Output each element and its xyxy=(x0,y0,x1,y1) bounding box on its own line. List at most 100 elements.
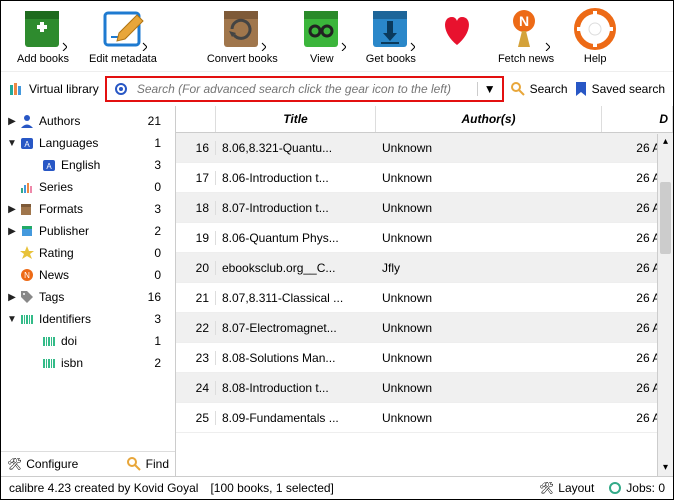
cell-title: 8.06-Introduction t... xyxy=(216,171,376,185)
table-row[interactable]: 248.08-Introduction t...Unknown26 Au xyxy=(176,373,673,403)
saved-search-button[interactable]: Saved search xyxy=(574,81,665,97)
jobs-button[interactable]: Jobs: 0 xyxy=(608,481,665,495)
expand-arrow[interactable]: ▶ xyxy=(5,226,19,237)
find-button[interactable]: Find xyxy=(126,456,169,472)
cell-title: 8.08-Solutions Man... xyxy=(216,351,376,365)
heart-icon xyxy=(436,7,478,51)
tree-label: Formats xyxy=(39,202,83,216)
tree-item-news[interactable]: N News 0 xyxy=(1,264,175,286)
layout-button[interactable]: 🛠 Layout xyxy=(539,481,594,495)
table-row[interactable]: 178.06-Introduction t...Unknown26 Au xyxy=(176,163,673,193)
rating-icon xyxy=(19,245,35,261)
search-input[interactable] xyxy=(135,80,477,98)
add-books-label: Add books xyxy=(17,53,69,65)
fetch-news-icon: N xyxy=(502,7,550,51)
tree-item-identifiers[interactable]: ▼Identifiers3 xyxy=(1,308,175,330)
expand-arrow[interactable]: ▶ xyxy=(5,204,19,215)
books-icon xyxy=(9,81,25,97)
expand-arrow[interactable]: ▼ xyxy=(5,314,19,325)
table-row[interactable]: 258.09-Fundamentals ...Unknown26 Au xyxy=(176,403,673,433)
scroll-thumb[interactable] xyxy=(660,182,671,254)
search-button[interactable]: Search xyxy=(510,81,568,97)
col-date[interactable]: D xyxy=(602,106,673,132)
tree-item-isbn[interactable]: isbn2 xyxy=(1,352,175,374)
search-icon xyxy=(510,81,526,97)
row-number: 17 xyxy=(176,171,216,185)
vertical-scrollbar[interactable]: ▴ ▾ xyxy=(657,134,673,476)
row-number: 23 xyxy=(176,351,216,365)
tree-item-rating[interactable]: Rating0 xyxy=(1,242,175,264)
tree-label: News xyxy=(39,268,69,282)
heart-button[interactable] xyxy=(426,5,488,67)
help-icon xyxy=(574,7,616,51)
edit-metadata-button[interactable]: Edit metadata xyxy=(79,5,167,67)
category-tree[interactable]: ▶Authors21▼ALanguages1AEnglish3Series0 ▶ F… xyxy=(1,106,175,451)
tree-count: 2 xyxy=(154,356,161,370)
view-label: View xyxy=(310,53,334,65)
expand-arrow[interactable]: ▼ xyxy=(5,138,19,149)
get-books-label: Get books xyxy=(366,53,416,65)
tree-item-publisher[interactable]: ▶Publisher2 xyxy=(1,220,175,242)
tree-count: 0 xyxy=(154,246,161,260)
help-button[interactable]: Help xyxy=(564,5,626,67)
tree-label: doi xyxy=(61,334,77,348)
tree-item-tags[interactable]: ▶Tags16 xyxy=(1,286,175,308)
convert-books-icon xyxy=(218,7,266,51)
lang-icon: A xyxy=(41,157,57,173)
add-books-button[interactable]: Add books xyxy=(7,5,79,67)
table-row[interactable]: 20ebooksclub.org__C...Jfly26 Au xyxy=(176,253,673,283)
scroll-up-icon[interactable]: ▴ xyxy=(658,134,673,150)
col-title[interactable]: Title xyxy=(216,106,376,132)
search-icon xyxy=(126,456,142,472)
table-row[interactable]: 198.06-Quantum Phys...Unknown26 Au xyxy=(176,223,673,253)
gear-icon[interactable] xyxy=(107,81,135,97)
help-label: Help xyxy=(584,53,607,65)
cell-title: 8.07-Electromagnet... xyxy=(216,321,376,335)
cell-author: Unknown xyxy=(376,381,602,395)
table-row[interactable]: 238.08-Solutions Man...Unknown26 Au xyxy=(176,343,673,373)
cell-title: 8.09-Fundamentals ... xyxy=(216,411,376,425)
view-button[interactable]: View xyxy=(288,5,356,67)
search-dropdown[interactable]: ▼ xyxy=(477,82,502,96)
tree-item-series[interactable]: Series0 xyxy=(1,176,175,198)
table-row[interactable]: 168.06,8.321-Quantu...Unknown26 Au xyxy=(176,133,673,163)
tree-item-formats[interactable]: ▶Formats3 xyxy=(1,198,175,220)
cell-title: 8.08-Introduction t... xyxy=(216,381,376,395)
cell-author: Unknown xyxy=(376,321,602,335)
convert-books-button[interactable]: Convert books xyxy=(197,5,288,67)
svg-text:N: N xyxy=(519,13,529,29)
tree-count: 3 xyxy=(154,312,161,326)
tree-label: Publisher xyxy=(39,224,89,238)
row-number: 25 xyxy=(176,411,216,425)
cell-title: 8.07,8.311-Classical ... xyxy=(216,291,376,305)
book-table: Title Author(s) D 168.06,8.321-Quantu...… xyxy=(176,106,673,476)
cell-title: 8.06-Quantum Phys... xyxy=(216,231,376,245)
expand-arrow[interactable]: ▶ xyxy=(5,116,19,127)
scroll-down-icon[interactable]: ▾ xyxy=(658,460,673,476)
author-icon xyxy=(19,113,35,129)
fetch-news-button[interactable]: N Fetch news xyxy=(488,5,564,67)
tree-item-english[interactable]: AEnglish3 xyxy=(1,154,175,176)
news-icon: N xyxy=(19,267,35,283)
tree-count: 0 xyxy=(154,268,161,282)
row-number: 16 xyxy=(176,141,216,155)
tree-item-languages[interactable]: ▼ALanguages1 xyxy=(1,132,175,154)
get-books-button[interactable]: Get books xyxy=(356,5,426,67)
svg-text:A: A xyxy=(46,162,52,171)
virtual-library-button[interactable]: Virtual library xyxy=(9,81,99,97)
configure-button[interactable]: 🛠 Configure xyxy=(7,456,78,472)
col-author[interactable]: Author(s) xyxy=(376,106,602,132)
table-row[interactable]: 218.07,8.311-Classical ...Unknown26 Au xyxy=(176,283,673,313)
expand-arrow[interactable]: ▶ xyxy=(5,292,19,303)
tags-icon xyxy=(19,289,35,305)
main-toolbar: Add books Edit metadata Convert books Vi… xyxy=(1,1,673,71)
status-app: calibre 4.23 created by Kovid Goyal xyxy=(9,481,198,495)
cell-author: Unknown xyxy=(376,201,602,215)
ident-icon xyxy=(19,311,35,327)
tree-item-authors[interactable]: ▶Authors21 xyxy=(1,110,175,132)
bookmark-icon xyxy=(574,81,588,97)
tree-item-doi[interactable]: doi1 xyxy=(1,330,175,352)
table-row[interactable]: 228.07-Electromagnet...Unknown26 Au xyxy=(176,313,673,343)
cell-author: Unknown xyxy=(376,351,602,365)
table-row[interactable]: 188.07-Introduction t...Unknown26 Au xyxy=(176,193,673,223)
